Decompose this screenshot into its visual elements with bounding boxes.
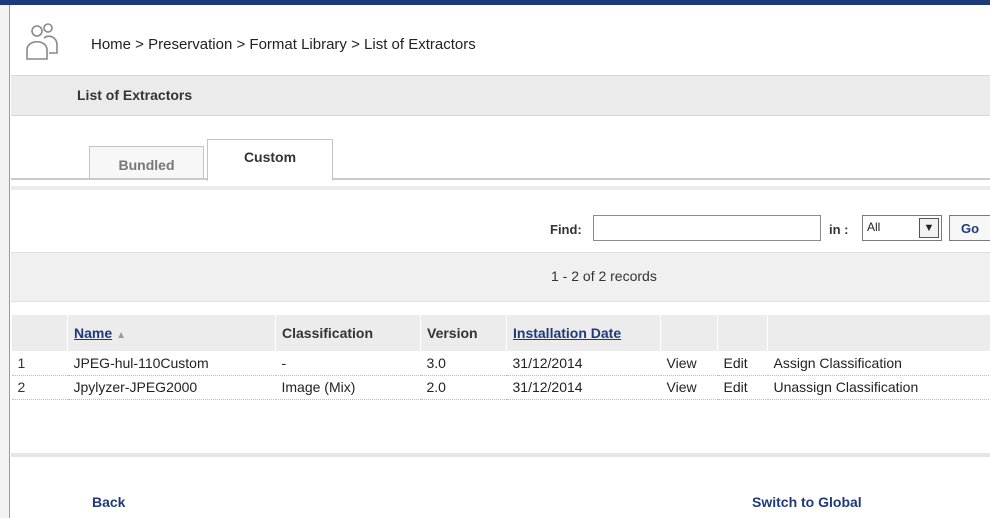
search-scope-select[interactable]: All ▼ xyxy=(862,215,942,241)
search-bar: Find: in : All ▼ Go xyxy=(11,210,990,248)
unassign-classification-link[interactable]: Unassign Classification xyxy=(767,375,990,400)
installation-date: 31/12/2014 xyxy=(506,351,661,376)
column-header-number xyxy=(11,315,68,351)
column-header-action xyxy=(767,315,990,351)
extractor-classification: Image (Mix) xyxy=(275,375,421,400)
edit-link[interactable]: Edit xyxy=(717,351,768,376)
column-header-version: Version xyxy=(420,315,507,351)
page-header: Home > Preservation > Format Library > L… xyxy=(11,5,990,75)
column-header-name[interactable]: Name ▲ xyxy=(67,315,276,351)
tabs-divider xyxy=(11,178,990,180)
tab-bundled[interactable]: Bundled xyxy=(89,146,204,179)
records-summary: 1 - 2 of 2 records xyxy=(551,268,657,284)
search-scope-value: All xyxy=(867,220,881,234)
column-header-classification: Classification xyxy=(275,315,421,351)
row-number: 1 xyxy=(11,351,68,376)
column-header-view xyxy=(660,315,718,351)
extractor-name: Jpylyzer-JPEG2000 xyxy=(67,375,276,400)
table-row: 1 JPEG-hul-110Custom - 3.0 31/12/2014 Vi… xyxy=(11,351,990,376)
column-header-edit xyxy=(717,315,768,351)
column-header-installation-date-label[interactable]: Installation Date xyxy=(513,325,621,341)
column-header-installation-date[interactable]: Installation Date xyxy=(506,315,661,351)
switch-to-global-button[interactable]: Switch to Global xyxy=(752,494,862,510)
view-link[interactable]: View xyxy=(660,351,718,376)
edit-link[interactable]: Edit xyxy=(717,375,768,400)
installation-date: 31/12/2014 xyxy=(506,375,661,400)
breadcrumb: Home > Preservation > Format Library > L… xyxy=(91,36,476,53)
records-bar: 1 - 2 of 2 records xyxy=(11,252,990,302)
go-button[interactable]: Go xyxy=(949,215,990,241)
search-input[interactable] xyxy=(593,215,821,241)
tab-custom[interactable]: Custom xyxy=(207,139,333,181)
left-frame-border xyxy=(0,5,10,518)
view-link[interactable]: View xyxy=(660,375,718,400)
extractor-classification: - xyxy=(275,351,421,376)
users-group-icon xyxy=(19,23,65,61)
table-row: 2 Jpylyzer-JPEG2000 Image (Mix) 2.0 31/1… xyxy=(11,375,990,400)
column-header-name-label[interactable]: Name xyxy=(74,325,112,341)
section-divider xyxy=(11,186,990,190)
extractor-version: 2.0 xyxy=(420,375,507,400)
page-title: List of Extractors xyxy=(77,87,193,103)
table-header-row: Name ▲ Classification Version Installatio… xyxy=(11,315,990,351)
chevron-down-icon[interactable]: ▼ xyxy=(919,218,939,238)
extractor-name: JPEG-hul-110Custom xyxy=(67,351,276,376)
sort-ascending-icon: ▲ xyxy=(116,330,127,341)
extractors-table: Name ▲ Classification Version Installatio… xyxy=(11,315,990,400)
find-label: Find: xyxy=(550,222,582,237)
tabs-area: Bundled Custom xyxy=(11,116,990,190)
in-label: in : xyxy=(829,222,849,237)
footer-divider xyxy=(11,453,990,457)
assign-classification-link[interactable]: Assign Classification xyxy=(767,351,990,376)
extractor-version: 3.0 xyxy=(420,351,507,376)
title-bar: List of Extractors xyxy=(11,75,990,116)
back-button[interactable]: Back xyxy=(92,494,125,510)
row-number: 2 xyxy=(11,375,68,400)
